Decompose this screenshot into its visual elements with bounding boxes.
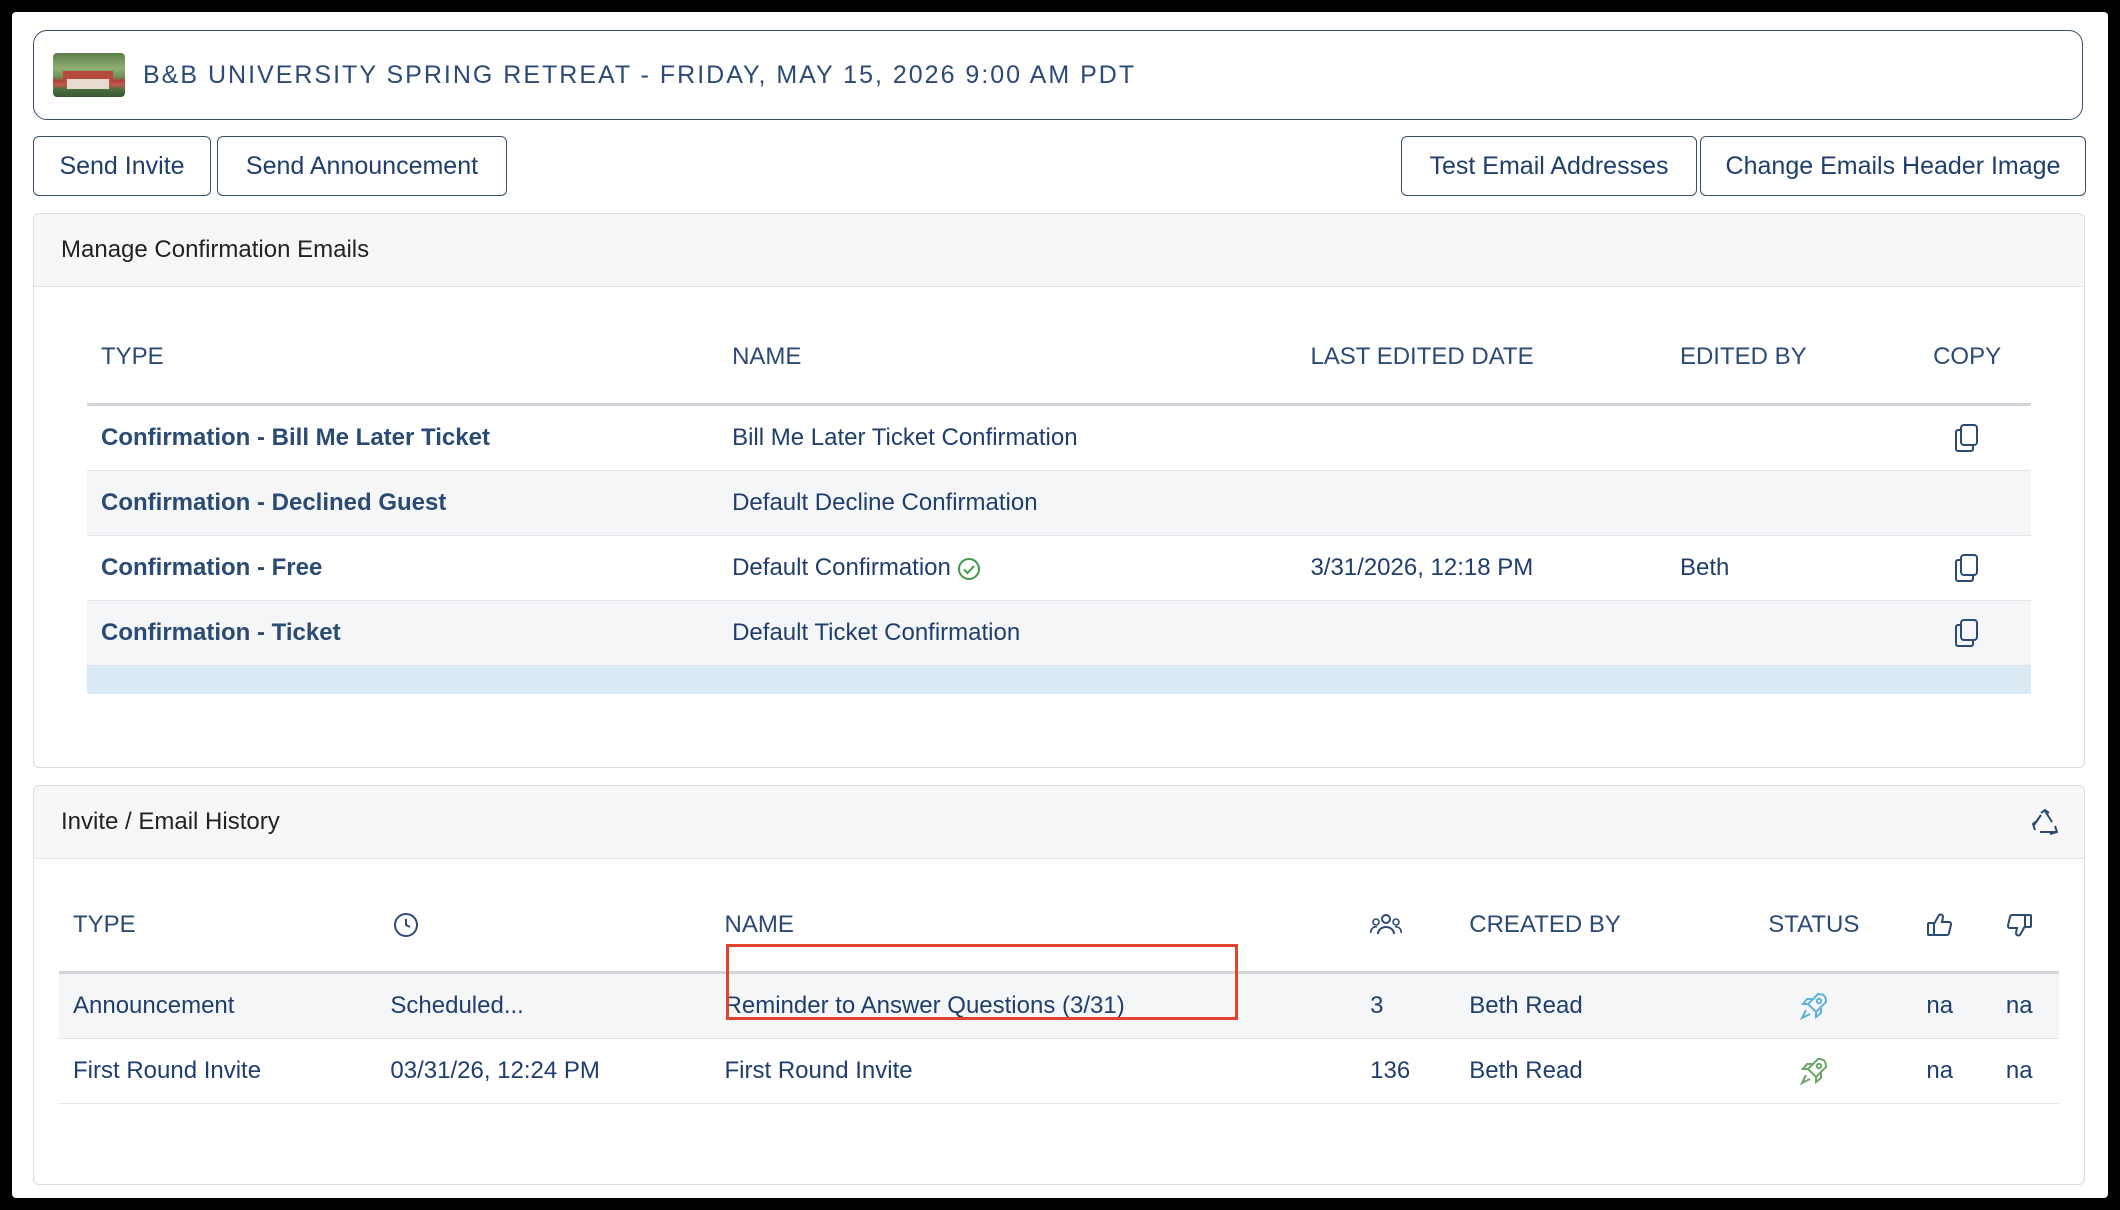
col-name[interactable]: NAME (718, 311, 1297, 406)
people-icon (1370, 914, 1403, 935)
type-cell[interactable]: First Round Invite (59, 1038, 377, 1104)
type-cell[interactable]: Confirmation - Free (87, 535, 719, 601)
col-copy: COPY (1903, 311, 2031, 406)
panel-title: Invite / Email History (34, 786, 2084, 859)
name-cell[interactable]: Bill Me Later Ticket Confirmation (718, 404, 1297, 471)
change-emails-header-image-button[interactable]: Change Emails Header Image (1700, 136, 2086, 196)
confirmation-panel-title: Manage Confirmation Emails (61, 236, 370, 263)
time-cell: 03/31/26, 12:24 PM (376, 1038, 711, 1104)
last-edited-cell: 3/31/2026, 12:18 PM (1296, 535, 1666, 601)
col-type[interactable]: TYPE (87, 311, 719, 406)
history-panel-title: Invite / Email History (61, 808, 280, 835)
event-header: B&B UNIVERSITY SPRING RETREAT - FRIDAY, … (33, 30, 2083, 120)
rocket-icon[interactable] (1798, 990, 1830, 1022)
type-cell[interactable]: Announcement (59, 972, 377, 1039)
likes-cell: na (1900, 1038, 1980, 1104)
recipients-cell[interactable]: 3 (1356, 972, 1456, 1039)
confirmation-table: TYPE NAME LAST EDITED DATE EDITED BY COP… (87, 311, 2031, 694)
col-status[interactable]: STATUS (1727, 879, 1901, 974)
page: B&B UNIVERSITY SPRING RETREAT - FRIDAY, … (12, 12, 2108, 1198)
col-time[interactable] (376, 879, 711, 974)
table-row[interactable]: First Round Invite 03/31/26, 12:24 PM Fi… (59, 1038, 2059, 1104)
type-cell[interactable]: Confirmation - Bill Me Later Ticket (87, 404, 719, 471)
name-cell[interactable]: First Round Invite (710, 1038, 1357, 1104)
table-row[interactable]: Confirmation - Ticket Default Ticket Con… (87, 600, 2031, 666)
copy-icon[interactable] (1952, 552, 1982, 584)
table-row[interactable]: Confirmation - Declined Guest Default De… (87, 470, 2031, 536)
likes-cell: na (1900, 972, 1980, 1039)
selected-empty-row (87, 665, 2031, 694)
edited-by-cell (1665, 404, 1904, 471)
type-cell[interactable]: Confirmation - Ticket (87, 600, 719, 666)
confirmation-emails-panel: Manage Confirmation Emails TYPE NAME LAS… (33, 213, 2085, 768)
dislikes-cell: na (1979, 1038, 2059, 1104)
highlight-box (726, 944, 1238, 1020)
col-likes[interactable] (1900, 879, 1980, 974)
recipients-cell[interactable]: 136 (1356, 1038, 1456, 1104)
edited-by-cell (1665, 600, 1904, 666)
last-edited-cell (1296, 404, 1666, 471)
copy-cell (1903, 470, 2031, 536)
name-text: Default Confirmation (732, 554, 951, 581)
col-dislikes[interactable] (1979, 879, 2059, 974)
name-cell[interactable]: Default Ticket Confirmation (718, 600, 1297, 666)
copy-icon[interactable] (1952, 617, 1982, 649)
thumbs-up-icon (1926, 913, 1952, 936)
event-title: B&B UNIVERSITY SPRING RETREAT - FRIDAY, … (143, 60, 1137, 89)
type-cell[interactable]: Confirmation - Declined Guest (87, 470, 719, 536)
thumbs-down-icon (2007, 914, 2033, 937)
test-email-addresses-button[interactable]: Test Email Addresses (1401, 136, 1697, 196)
clock-icon (394, 913, 419, 937)
panel-title: Manage Confirmation Emails (34, 214, 2084, 287)
copy-icon[interactable] (1952, 422, 1982, 454)
edited-by-cell (1665, 470, 1904, 536)
col-created-by[interactable]: CREATED BY (1455, 879, 1728, 974)
col-type[interactable]: TYPE (59, 879, 377, 974)
last-edited-cell (1296, 470, 1666, 536)
rocket-icon[interactable] (1798, 1055, 1830, 1087)
send-invite-button[interactable]: Send Invite (33, 136, 211, 196)
send-announcement-button[interactable]: Send Announcement (217, 136, 507, 196)
created-by-cell: Beth Read (1455, 972, 1728, 1039)
table-row[interactable]: Confirmation - Bill Me Later Ticket Bill… (87, 404, 2031, 471)
event-thumbnail (53, 53, 125, 97)
last-edited-cell (1296, 600, 1666, 666)
check-circle-icon (957, 557, 980, 580)
name-cell[interactable]: Default Decline Confirmation (718, 470, 1297, 536)
col-recipients[interactable] (1356, 879, 1456, 974)
edited-by-cell: Beth (1665, 535, 1904, 601)
dislikes-cell: na (1979, 972, 2059, 1039)
col-last-edited[interactable]: LAST EDITED DATE (1296, 311, 1666, 406)
recycle-icon[interactable] (2030, 808, 2060, 838)
table-row[interactable]: Confirmation - Free Default Confirmation… (87, 535, 2031, 601)
time-cell: Scheduled... (376, 972, 711, 1039)
created-by-cell: Beth Read (1455, 1038, 1728, 1104)
name-cell[interactable]: Default Confirmation (718, 535, 1297, 601)
col-edited-by[interactable]: EDITED BY (1665, 311, 1904, 406)
